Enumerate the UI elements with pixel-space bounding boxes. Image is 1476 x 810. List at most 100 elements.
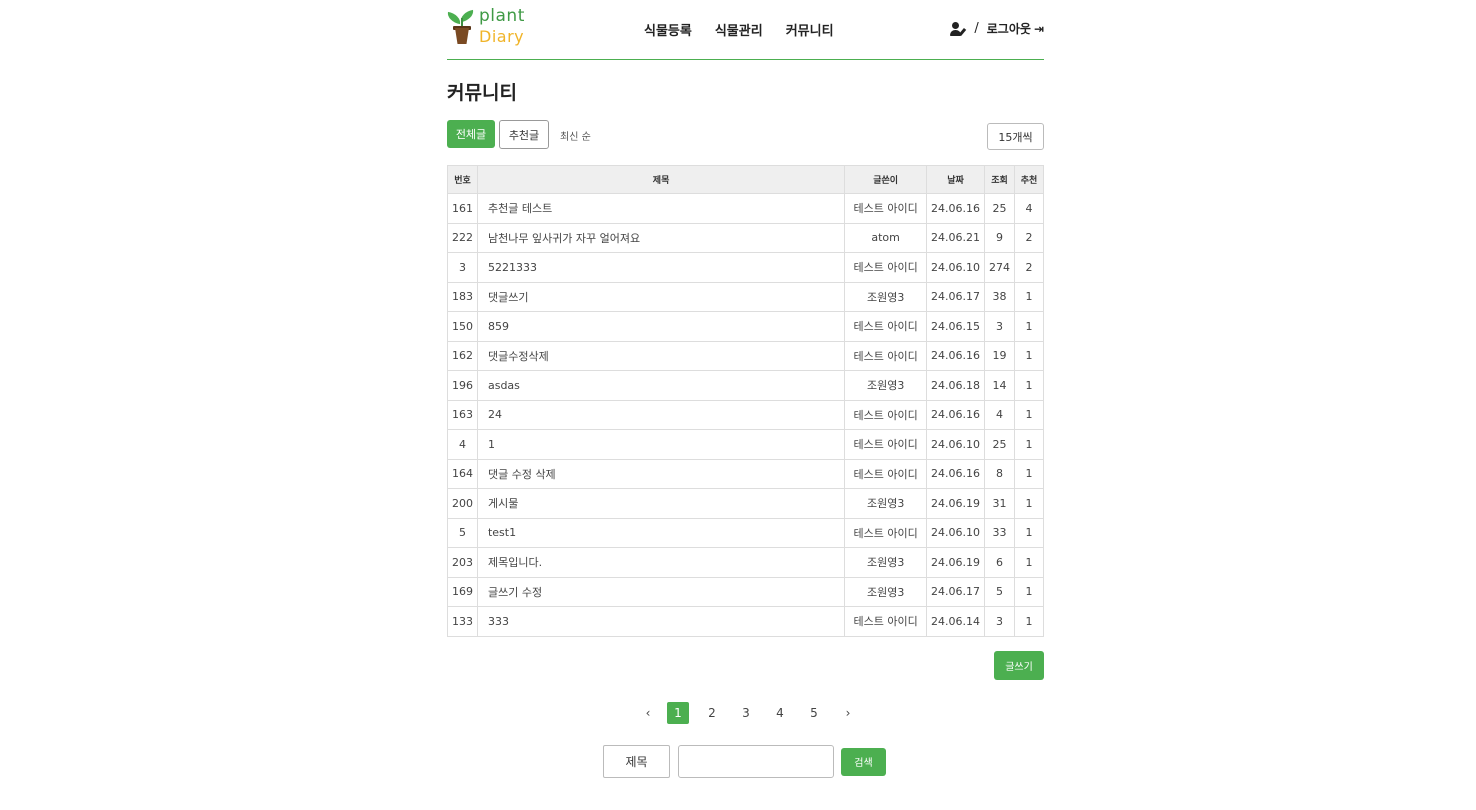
page-5[interactable]: 5: [803, 702, 825, 724]
user-edit-icon[interactable]: [950, 21, 967, 36]
next-page-button[interactable]: ›: [837, 702, 859, 724]
cell-recommend: 1: [1014, 606, 1044, 637]
sort-latest[interactable]: 최신 순: [560, 128, 591, 143]
nav-plant-register[interactable]: 식물등록: [644, 20, 692, 39]
cell-author: 조원영3: [844, 576, 928, 607]
cell-number: 164: [447, 458, 478, 489]
cell-views: 4: [984, 399, 1015, 430]
per-page-select[interactable]: 15개씩: [987, 123, 1044, 150]
search-field-select[interactable]: 제목: [603, 745, 670, 778]
cell-recommend: 1: [1014, 458, 1044, 489]
logout-button[interactable]: 로그아웃 ⇥: [987, 20, 1044, 37]
cell-title[interactable]: 1: [476, 429, 846, 460]
pot-icon: [455, 28, 469, 44]
cell-recommend: 1: [1014, 488, 1044, 519]
table-row[interactable]: 169 글쓰기 수정 조원영3 24.06.17 5 1: [447, 576, 1044, 607]
cell-title[interactable]: 댓글쓰기: [476, 281, 846, 312]
cell-author: 테스트 아이디: [844, 252, 928, 283]
table-row[interactable]: 3 5221333 테스트 아이디 24.06.10 274 2: [447, 252, 1044, 283]
cell-views: 8: [984, 458, 1015, 489]
table-row[interactable]: 150 859 테스트 아이디 24.06.15 3 1: [447, 311, 1044, 342]
cell-views: 6: [984, 547, 1015, 578]
recommended-posts-button[interactable]: 추천글: [499, 120, 549, 149]
cell-author: 테스트 아이디: [844, 340, 928, 371]
table-row[interactable]: 133 333 테스트 아이디 24.06.14 3 1: [447, 606, 1044, 637]
cell-author: 테스트 아이디: [844, 606, 928, 637]
table-row[interactable]: 161 추천글 테스트 테스트 아이디 24.06.16 25 4: [447, 193, 1044, 224]
cell-number: 222: [447, 222, 478, 253]
search-button[interactable]: 검색: [841, 747, 886, 776]
all-posts-button[interactable]: 전체글: [447, 120, 495, 148]
cell-date: 24.06.21: [926, 222, 986, 253]
page-3[interactable]: 3: [735, 702, 757, 724]
separator: /: [974, 21, 979, 36]
page-2[interactable]: 2: [701, 702, 723, 724]
cell-recommend: 1: [1014, 281, 1044, 312]
cell-title[interactable]: 333: [476, 606, 846, 637]
search-input[interactable]: [678, 745, 834, 778]
cell-views: 5: [984, 576, 1015, 607]
cell-recommend: 1: [1014, 370, 1044, 401]
cell-views: 14: [984, 370, 1015, 401]
cell-number: 169: [447, 576, 478, 607]
write-button[interactable]: 글쓰기: [994, 651, 1044, 680]
table-row[interactable]: 196 asdas 조원영3 24.06.18 14 1: [447, 370, 1044, 401]
cell-title[interactable]: 남천나무 잎사귀가 자꾸 얼어져요: [476, 222, 846, 253]
table-row[interactable]: 203 제목입니다. 조원영3 24.06.19 6 1: [447, 547, 1044, 578]
table-body: 161 추천글 테스트 테스트 아이디 24.06.16 25 4 222 남천나무 잎사귀가…: [447, 193, 1044, 637]
cell-title[interactable]: 24: [476, 399, 846, 430]
cell-number: 161: [447, 193, 478, 224]
cell-number: 196: [447, 370, 478, 401]
table-row[interactable]: 164 댓글 수정 삭제 테스트 아이디 24.06.16 8 1: [447, 458, 1044, 489]
nav-community[interactable]: 커뮤니티: [786, 20, 834, 39]
cell-author: 조원영3: [844, 281, 928, 312]
table-row[interactable]: 163 24 테스트 아이디 24.06.16 4 1: [447, 399, 1044, 430]
cell-recommend: 1: [1014, 576, 1044, 607]
cell-title[interactable]: 추천글 테스트: [476, 193, 846, 224]
cell-title[interactable]: 제목입니다.: [476, 547, 846, 578]
table-row[interactable]: 4 1 테스트 아이디 24.06.10 25 1: [447, 429, 1044, 460]
cell-date: 24.06.16: [926, 340, 986, 371]
cell-author: 조원영3: [844, 370, 928, 401]
logout-label: 로그아웃: [986, 22, 1031, 36]
cell-recommend: 1: [1014, 311, 1044, 342]
cell-recommend: 1: [1014, 399, 1044, 430]
table-row[interactable]: 5 test1 테스트 아이디 24.06.10 33 1: [447, 517, 1044, 548]
user-area: / 로그아웃 ⇥: [950, 20, 1044, 37]
cell-title[interactable]: 댓글 수정 삭제: [476, 458, 846, 489]
cell-title[interactable]: 글쓰기 수정: [476, 576, 846, 607]
cell-author: 테스트 아이디: [844, 429, 928, 460]
cell-date: 24.06.16: [926, 458, 986, 489]
cell-views: 31: [984, 488, 1015, 519]
table-row[interactable]: 162 댓글수정삭제 테스트 아이디 24.06.16 19 1: [447, 340, 1044, 371]
cell-views: 25: [984, 429, 1015, 460]
cell-title[interactable]: 5221333: [476, 252, 846, 283]
cell-title[interactable]: 859: [476, 311, 846, 342]
cell-author: 테스트 아이디: [844, 193, 928, 224]
cell-author: 조원영3: [844, 547, 928, 578]
cell-number: 3: [447, 252, 478, 283]
cell-date: 24.06.15: [926, 311, 986, 342]
nav-plant-manage[interactable]: 식물관리: [715, 20, 763, 39]
cell-title[interactable]: 댓글수정삭제: [476, 340, 846, 371]
cell-title[interactable]: 게시물: [476, 488, 846, 519]
cell-number: 133: [447, 606, 478, 637]
posts-table: 번호 제목 글쓴이 날짜 조회 추천 161 추천글 테스트 테스트 아이디 24.0…: [447, 165, 1044, 637]
header-recommend: 추천: [1014, 165, 1044, 194]
table-row[interactable]: 222 남천나무 잎사귀가 자꾸 얼어져요 atom 24.06.21 9 2: [447, 222, 1044, 253]
cell-date: 24.06.17: [926, 576, 986, 607]
page-4[interactable]: 4: [769, 702, 791, 724]
logo[interactable]: plant Diary: [446, 6, 537, 51]
cell-title[interactable]: test1: [476, 517, 846, 548]
table-row[interactable]: 200 게시물 조원영3 24.06.19 31 1: [447, 488, 1044, 519]
logo-word-diary: Diary: [479, 27, 525, 46]
table-row[interactable]: 183 댓글쓰기 조원영3 24.06.17 38 1: [447, 281, 1044, 312]
cell-title[interactable]: asdas: [476, 370, 846, 401]
cell-number: 203: [447, 547, 478, 578]
header-title: 제목: [476, 165, 846, 194]
page-1[interactable]: 1: [667, 702, 689, 724]
prev-page-button[interactable]: ‹: [637, 702, 659, 724]
cell-date: 24.06.17: [926, 281, 986, 312]
cell-views: 19: [984, 340, 1015, 371]
logo-word-plant: plant: [479, 6, 525, 26]
